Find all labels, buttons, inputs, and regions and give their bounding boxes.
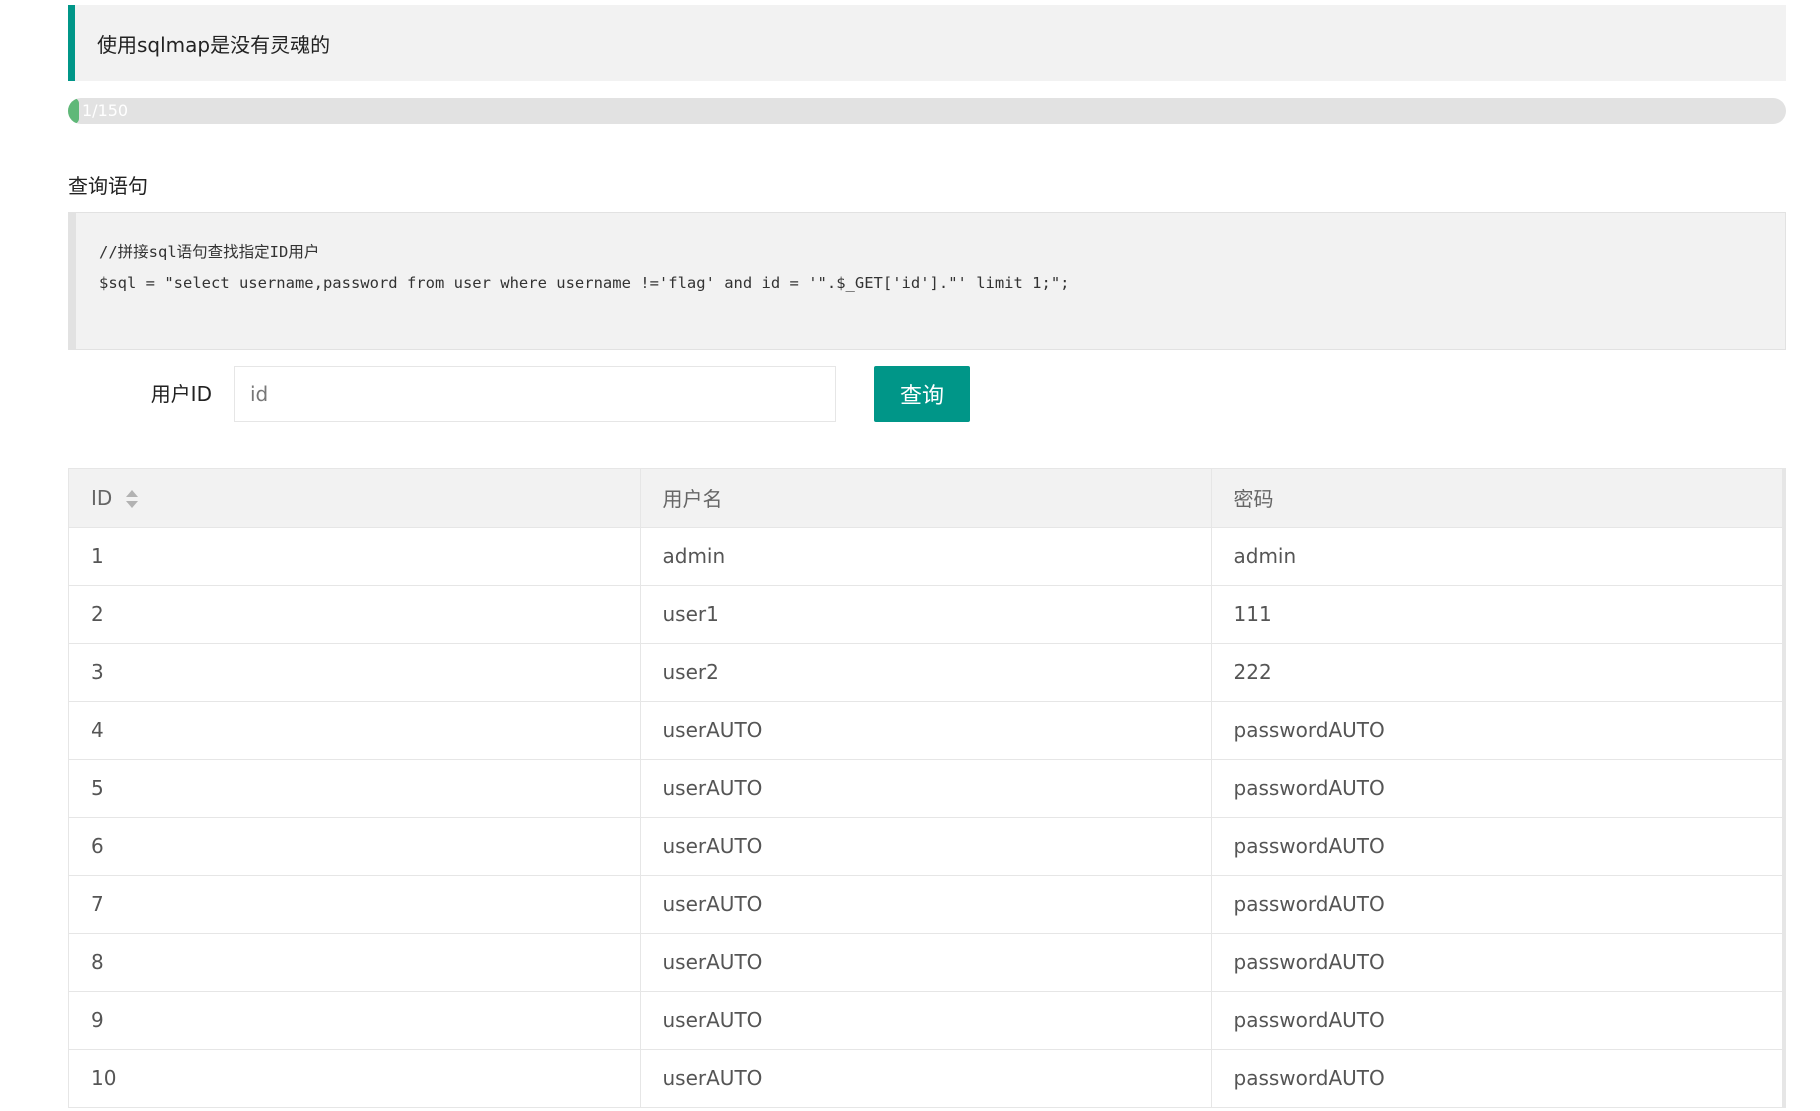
column-header-id-label: ID	[91, 485, 113, 510]
code-comment-line: //拼接sql语句查找指定ID用户	[99, 243, 320, 261]
user-id-label: 用户ID	[150, 382, 212, 406]
progress-bar-fill	[68, 98, 80, 124]
cell-username: userAUTO	[640, 1049, 1212, 1108]
table-row: 4 userAUTO passwordAUTO	[69, 701, 1782, 760]
cell-username: userAUTO	[640, 817, 1212, 876]
table-row: 2 user1 111	[69, 585, 1782, 644]
code-sql-line: $sql = "select username,password from us…	[99, 274, 1070, 292]
column-header-password: 密码	[1211, 469, 1782, 528]
cell-username: userAUTO	[640, 759, 1212, 818]
query-button[interactable]: 查询	[874, 366, 970, 422]
cell-id: 7	[69, 875, 641, 934]
challenge-quote-text: 使用sqlmap是没有灵魂的	[97, 32, 331, 57]
column-header-username: 用户名	[640, 469, 1212, 528]
challenge-quote: 使用sqlmap是没有灵魂的	[68, 5, 1786, 81]
table-row: 5 userAUTO passwordAUTO	[69, 759, 1782, 818]
cell-id: 1	[69, 527, 641, 586]
cell-password: passwordAUTO	[1211, 817, 1782, 876]
table-row: 6 userAUTO passwordAUTO	[69, 817, 1782, 876]
cell-id: 6	[69, 817, 641, 876]
cell-password: passwordAUTO	[1211, 933, 1782, 992]
column-header-id[interactable]: ID	[69, 469, 641, 528]
table-body: 1 admin admin 2 user1 111 3 user2 222 4 userAUTO pa…	[69, 527, 1782, 1108]
sort-icon[interactable]	[126, 489, 139, 509]
cell-id: 2	[69, 585, 641, 644]
cell-id: 9	[69, 991, 641, 1050]
cell-username: userAUTO	[640, 701, 1212, 760]
table-row: 1 admin admin	[69, 527, 1782, 586]
query-section-title: 查询语句	[68, 174, 148, 198]
cell-username: userAUTO	[640, 933, 1212, 992]
cell-password: admin	[1211, 527, 1782, 586]
cell-username: userAUTO	[640, 991, 1212, 1050]
user-id-input[interactable]	[234, 366, 836, 422]
cell-id: 8	[69, 933, 641, 992]
table-header-row: ID 用户名 密码	[69, 469, 1782, 528]
cell-password: 111	[1211, 585, 1782, 644]
table-row: 9 userAUTO passwordAUTO	[69, 991, 1782, 1050]
table-row: 10 userAUTO passwordAUTO	[69, 1049, 1782, 1108]
table-row: 7 userAUTO passwordAUTO	[69, 875, 1782, 934]
cell-id: 5	[69, 759, 641, 818]
progress-bar: 1/150	[68, 98, 1786, 124]
cell-username: user1	[640, 585, 1212, 644]
cell-username: user2	[640, 643, 1212, 702]
cell-password: passwordAUTO	[1211, 701, 1782, 760]
cell-id: 10	[69, 1049, 641, 1108]
users-table: ID 用户名 密码 1 admin admin 2 user1 111 3 user2 222 4…	[68, 468, 1786, 1108]
cell-password: passwordAUTO	[1211, 759, 1782, 818]
progress-text: 1/150	[82, 101, 129, 120]
table-row: 8 userAUTO passwordAUTO	[69, 933, 1782, 992]
code-block: //拼接sql语句查找指定ID用户 $sql = "select username…	[68, 212, 1786, 350]
cell-id: 3	[69, 643, 641, 702]
table-row: 3 user2 222	[69, 643, 1782, 702]
cell-username: userAUTO	[640, 875, 1212, 934]
cell-password: passwordAUTO	[1211, 991, 1782, 1050]
cell-password: passwordAUTO	[1211, 1049, 1782, 1108]
cell-id: 4	[69, 701, 641, 760]
cell-username: admin	[640, 527, 1212, 586]
cell-password: 222	[1211, 643, 1782, 702]
page: 使用sqlmap是没有灵魂的 1/150 查询语句 //拼接sql语句查找指定I…	[0, 0, 1820, 1111]
cell-password: passwordAUTO	[1211, 875, 1782, 934]
